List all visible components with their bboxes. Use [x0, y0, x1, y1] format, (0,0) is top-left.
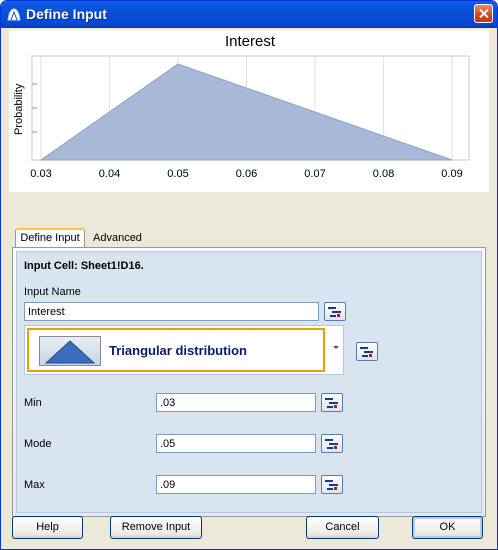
title-bar[interactable]: Define Input	[1, 1, 497, 28]
x-tick-label: 0.06	[236, 168, 257, 180]
x-tick-label: 0.05	[167, 168, 188, 180]
dialog-body: Interest Probability 0.03 0.04 0.05 0.06 0.0…	[4, 28, 494, 546]
input-name-reference-button[interactable]	[324, 302, 346, 321]
remove-input-button-label: Remove Input	[121, 521, 191, 533]
x-tick-label: 0.03	[30, 168, 51, 180]
cancel-button[interactable]: Cancel	[306, 516, 379, 539]
chevron-down-icon[interactable]	[333, 346, 339, 349]
tab-define-input[interactable]: Define Input	[15, 228, 85, 249]
x-tick-label: 0.04	[99, 168, 120, 180]
x-tick-labels: 0.03 0.04 0.05 0.06 0.07 0.08 0.09	[30, 168, 462, 180]
mode-field[interactable]	[156, 434, 316, 453]
x-tick-label: 0.08	[373, 168, 394, 180]
cell-reference-icon	[328, 307, 341, 317]
ok-button[interactable]: OK	[412, 516, 483, 539]
define-input-dialog: Define Input Interest Probability 0.03 0.…	[0, 0, 498, 550]
help-button-label: Help	[36, 521, 59, 533]
cell-reference-icon	[325, 439, 338, 449]
distribution-reference-button[interactable]	[356, 342, 378, 361]
help-button[interactable]: Help	[12, 516, 83, 539]
cancel-button-label: Cancel	[325, 521, 360, 533]
ok-button-label: OK	[439, 521, 456, 533]
define-input-tab-page: Input Cell: Sheet1!D16. Input Name Trian…	[12, 247, 486, 517]
distribution-selected[interactable]: Triangular distribution	[27, 328, 325, 372]
cell-reference-icon	[325, 398, 338, 408]
min-label: Min	[24, 397, 42, 409]
max-field[interactable]	[156, 475, 316, 494]
distribution-name: Triangular distribution	[109, 343, 247, 358]
input-form-panel: Input Cell: Sheet1!D16. Input Name Trian…	[16, 251, 482, 513]
max-label: Max	[24, 479, 45, 491]
triangular-thumbnail-icon	[39, 336, 101, 366]
chart-title: Interest	[225, 33, 276, 50]
remove-input-button[interactable]: Remove Input	[110, 516, 202, 539]
chart-svg: Interest Probability 0.03 0.04 0.05 0.06 0.0…	[13, 33, 470, 180]
min-field[interactable]	[156, 393, 316, 412]
input-name-label: Input Name	[24, 286, 81, 298]
chart-y-label: Probability	[13, 83, 25, 135]
close-button[interactable]	[474, 4, 493, 23]
window-title: Define Input	[26, 6, 107, 22]
distribution-chart: Interest Probability 0.03 0.04 0.05 0.06 0.0…	[9, 30, 489, 192]
x-tick-label: 0.07	[304, 168, 325, 180]
min-reference-button[interactable]	[321, 393, 343, 412]
app-icon	[7, 8, 21, 21]
tab-define-input-label: Define Input	[20, 232, 80, 244]
mode-reference-button[interactable]	[321, 434, 343, 453]
cell-reference-icon	[360, 347, 373, 357]
tab-advanced[interactable]: Advanced	[89, 230, 146, 247]
input-name-field[interactable]	[24, 302, 319, 321]
input-cell-label: Input Cell: Sheet1!D16.	[24, 260, 144, 272]
x-tick-label: 0.09	[441, 168, 462, 180]
distribution-selector[interactable]: Triangular distribution	[24, 325, 344, 375]
max-reference-button[interactable]	[321, 475, 343, 494]
mode-label: Mode	[24, 438, 52, 450]
cell-reference-icon	[325, 480, 338, 490]
tab-advanced-label: Advanced	[93, 232, 142, 244]
